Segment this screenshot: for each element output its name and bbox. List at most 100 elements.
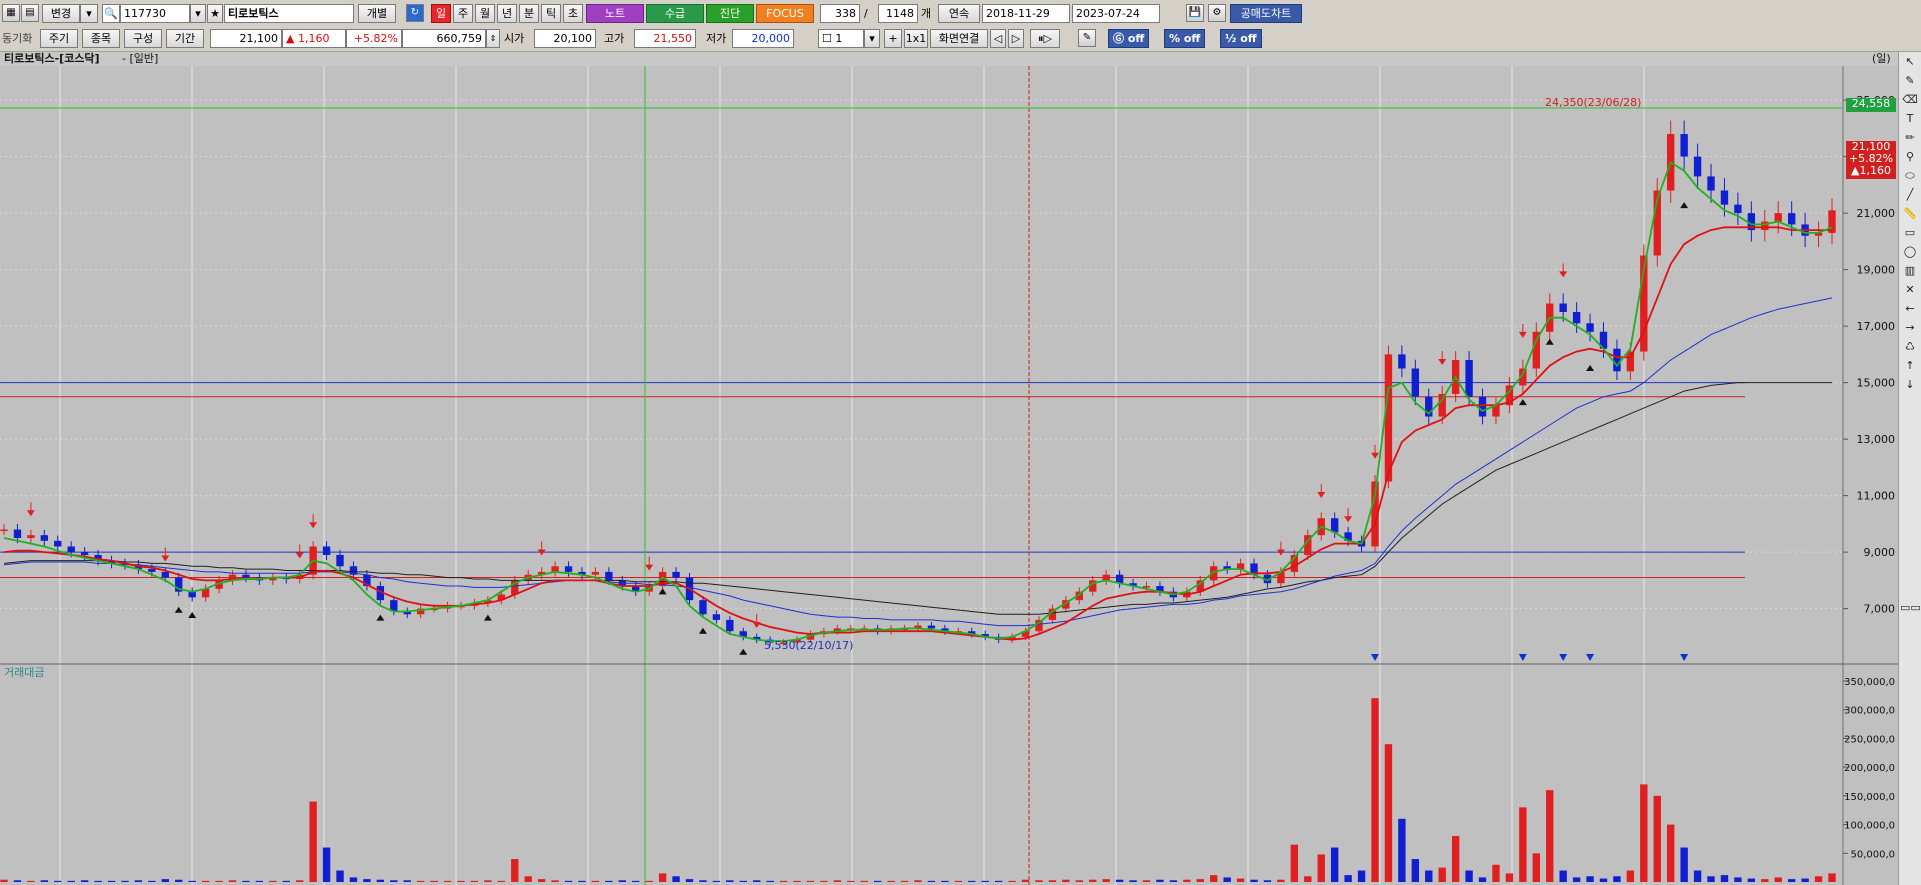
- plus-icon[interactable]: +: [884, 29, 902, 48]
- count-unit: 개: [921, 7, 932, 20]
- volume-panel-label: 거래대금: [4, 666, 44, 679]
- period-minute[interactable]: 분: [519, 4, 539, 23]
- split-dropdown[interactable]: ▾: [864, 29, 880, 48]
- percent-off-toggle[interactable]: % off: [1164, 29, 1206, 48]
- volume-bar: [40, 880, 49, 882]
- chart-title: 티로보틱스-[코스닥]: [4, 52, 100, 65]
- cross-icon[interactable]: ✕: [1900, 281, 1920, 299]
- supply-demand-button[interactable]: 수급: [646, 4, 704, 23]
- candle-body: [242, 574, 250, 578]
- fraction-off-toggle[interactable]: ½ off: [1220, 29, 1262, 48]
- price-tick-label: 7,000: [1864, 603, 1896, 616]
- volume-bar: [1129, 880, 1137, 882]
- volume-bar: [1465, 870, 1473, 882]
- candle-body: [1693, 156, 1702, 177]
- search-icon[interactable]: 🔍: [102, 4, 120, 23]
- volume-tick-label: 100,000,0: [1844, 821, 1895, 832]
- circle-icon[interactable]: ◯: [1900, 243, 1920, 261]
- refresh-icon[interactable]: ↻: [406, 4, 424, 22]
- one-to-one-button[interactable]: 1x1: [904, 29, 928, 48]
- candle-body: [1626, 351, 1635, 372]
- checkbox-icon[interactable]: ☐: [822, 32, 832, 45]
- volume-bar: [336, 870, 344, 882]
- volume-bar: [847, 880, 855, 882]
- period-second[interactable]: 초: [563, 4, 583, 23]
- text-icon[interactable]: T: [1900, 110, 1920, 128]
- candle-body: [1613, 348, 1621, 372]
- volume-bar: [672, 876, 680, 882]
- line-icon[interactable]: ╱: [1900, 186, 1920, 204]
- window-icon[interactable]: ▤: [21, 4, 39, 22]
- volume-bar: [175, 879, 183, 882]
- volume-bar: [524, 876, 532, 882]
- g-off-toggle[interactable]: Ⓖ off: [1108, 29, 1150, 48]
- magnet-icon[interactable]: ⚲: [1900, 148, 1920, 166]
- compose-button[interactable]: 구성: [124, 29, 162, 48]
- split-count-select[interactable]: ☐ 1: [818, 29, 864, 48]
- period-month[interactable]: 월: [475, 4, 495, 23]
- period-button[interactable]: 기간: [166, 29, 204, 48]
- edit-icon[interactable]: ✎: [1900, 72, 1920, 90]
- layout-icon[interactable]: ▦: [2, 4, 20, 22]
- continuous-button[interactable]: 연속: [938, 4, 980, 23]
- cycle-button[interactable]: 주기: [40, 29, 78, 48]
- period-tick[interactable]: 틱: [541, 4, 561, 23]
- recycle-icon[interactable]: ♺: [1900, 338, 1920, 356]
- pen-icon[interactable]: ✏: [1900, 129, 1920, 147]
- split-count-value: 1: [835, 32, 843, 45]
- next-icon[interactable]: ▷: [1008, 29, 1024, 48]
- ellipse-icon[interactable]: ⬭: [1900, 167, 1920, 185]
- pause-play-icon[interactable]: ⏸▷: [1030, 29, 1060, 48]
- prev-icon[interactable]: ◁: [990, 29, 1006, 48]
- bar-chart-icon[interactable]: ▥: [1900, 262, 1920, 280]
- arrow-right-icon[interactable]: →: [1900, 319, 1920, 337]
- cursor-icon[interactable]: ↖: [1900, 53, 1920, 71]
- screen-link-button[interactable]: 화면연결: [930, 29, 988, 48]
- note-button[interactable]: 노트: [586, 4, 644, 23]
- focus-button[interactable]: FOCUS: [756, 4, 814, 23]
- candle-body: [1438, 393, 1446, 417]
- pencil-icon[interactable]: ✎: [1078, 29, 1096, 47]
- volume-bar: [54, 880, 62, 882]
- volume-bar: [1156, 879, 1164, 882]
- save-icon[interactable]: 💾: [1186, 4, 1204, 22]
- individual-button[interactable]: 개별: [358, 4, 396, 23]
- candle-body: [726, 619, 734, 632]
- rectangle-icon[interactable]: ▭: [1900, 224, 1920, 242]
- change-dropdown[interactable]: ▾: [80, 4, 98, 23]
- chart-title-bar: 티로보틱스-[코스닥] - [일반] (일): [0, 52, 1921, 66]
- price-chart[interactable]: 7,000 9,000 11,000 13,000 15,000 17,000 19,000…: [0, 66, 1898, 885]
- change-button[interactable]: 변경: [42, 4, 80, 23]
- spin-icon[interactable]: ⇕: [486, 29, 500, 48]
- code-dropdown[interactable]: ▾: [190, 4, 206, 23]
- favorite-star-icon[interactable]: ★: [207, 4, 223, 23]
- volume-bar: [1075, 880, 1083, 882]
- period-day[interactable]: 일: [431, 4, 451, 23]
- diagnosis-button[interactable]: 진단: [706, 4, 754, 23]
- volume-bar: [215, 880, 223, 882]
- start-date-input[interactable]: 2018-11-29: [982, 4, 1070, 23]
- panel-controls-icon[interactable]: ▭▭✕: [1900, 599, 1921, 617]
- high-price-field: 21,550: [634, 29, 696, 48]
- arrow-left-icon[interactable]: ←: [1900, 300, 1920, 318]
- volume-bar: [645, 880, 653, 882]
- volume-bar: [107, 880, 116, 882]
- settings-icon[interactable]: ⚙: [1208, 4, 1226, 22]
- item-button[interactable]: 종목: [82, 29, 120, 48]
- period-year[interactable]: 년: [497, 4, 517, 23]
- arrow-down-icon[interactable]: ↓: [1900, 376, 1920, 394]
- current-price-field: 21,100: [210, 29, 282, 48]
- ruler-icon[interactable]: 📏: [1900, 205, 1920, 223]
- stock-code-input[interactable]: 117730: [120, 4, 190, 23]
- volume-bar: [1572, 877, 1581, 882]
- display-count-input[interactable]: 338: [820, 4, 860, 23]
- stock-name-field[interactable]: 티로보틱스: [224, 4, 354, 23]
- end-date-input[interactable]: 2023-07-24: [1072, 4, 1160, 23]
- period-week[interactable]: 주: [453, 4, 473, 23]
- short-sell-chart-button[interactable]: 공매도차트: [1230, 4, 1302, 23]
- arrow-up-icon[interactable]: ↑: [1900, 357, 1920, 375]
- eraser-icon[interactable]: ⌫: [1900, 91, 1920, 109]
- volume-bar: [1021, 879, 1030, 882]
- volume-bar: [228, 880, 237, 882]
- volume-bar: [1801, 878, 1809, 882]
